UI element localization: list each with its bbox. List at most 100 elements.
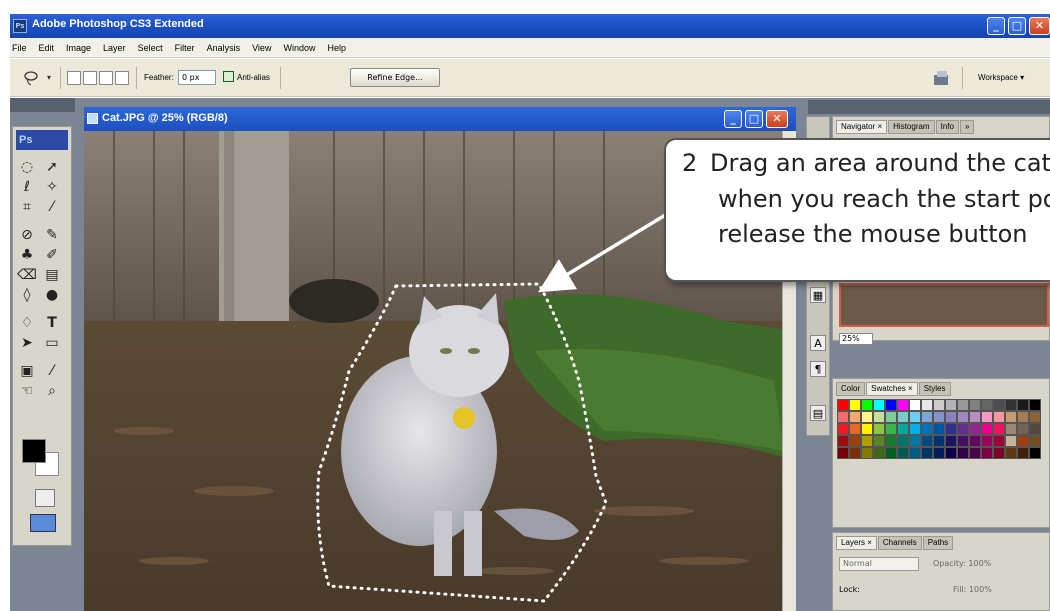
color-swatch[interactable] <box>957 411 969 423</box>
tab-histogram[interactable]: Histogram <box>888 120 935 134</box>
color-swatch[interactable] <box>981 399 993 411</box>
color-swatch[interactable] <box>837 411 849 423</box>
color-swatch[interactable] <box>945 399 957 411</box>
color-swatch[interactable] <box>849 423 861 435</box>
color-swatch[interactable] <box>849 411 861 423</box>
color-swatch[interactable] <box>945 411 957 423</box>
color-swatch[interactable] <box>993 435 1005 447</box>
color-swatch[interactable] <box>921 435 933 447</box>
color-swatch[interactable] <box>933 435 945 447</box>
tab-paths[interactable]: Paths <box>922 536 954 550</box>
color-swatch[interactable] <box>957 423 969 435</box>
color-swatch[interactable] <box>909 447 921 459</box>
color-swatch[interactable] <box>897 435 909 447</box>
color-swatch[interactable] <box>957 435 969 447</box>
color-swatch[interactable] <box>1029 447 1041 459</box>
color-swatch[interactable] <box>921 423 933 435</box>
color-swatch[interactable] <box>861 435 873 447</box>
color-swatch[interactable] <box>873 423 885 435</box>
paragraph-panel-icon[interactable]: ¶ <box>810 361 826 377</box>
color-swatch[interactable] <box>861 411 873 423</box>
color-swatch[interactable] <box>969 411 981 423</box>
color-swatch[interactable] <box>981 447 993 459</box>
color-swatch[interactable] <box>981 423 993 435</box>
color-swatch[interactable] <box>981 411 993 423</box>
color-swatch[interactable] <box>873 399 885 411</box>
color-swatch[interactable] <box>1029 423 1041 435</box>
color-swatch[interactable] <box>885 447 897 459</box>
tab-styles[interactable]: Styles <box>918 382 951 396</box>
blend-mode-select[interactable]: Normal <box>839 557 919 571</box>
color-swatch[interactable] <box>969 447 981 459</box>
color-swatch[interactable] <box>957 447 969 459</box>
color-swatch[interactable] <box>933 447 945 459</box>
color-swatch[interactable] <box>861 423 873 435</box>
panel-dock-header[interactable] <box>808 100 1050 114</box>
color-swatch[interactable] <box>981 435 993 447</box>
navigator-preview[interactable] <box>839 283 1049 327</box>
color-swatch[interactable] <box>885 399 897 411</box>
color-swatch[interactable] <box>1017 447 1029 459</box>
zoom-value[interactable]: 25% <box>839 333 873 345</box>
color-swatch[interactable] <box>849 435 861 447</box>
color-swatch[interactable] <box>1005 435 1017 447</box>
tab-swatches[interactable]: Swatches × <box>866 382 918 396</box>
color-swatch[interactable] <box>993 399 1005 411</box>
color-swatch[interactable] <box>993 411 1005 423</box>
color-swatch[interactable] <box>897 399 909 411</box>
character-panel-icon[interactable]: A <box>810 335 826 351</box>
color-swatch[interactable] <box>993 423 1005 435</box>
color-swatch[interactable] <box>1017 399 1029 411</box>
color-swatch[interactable] <box>849 447 861 459</box>
color-swatch[interactable] <box>993 447 1005 459</box>
color-swatch[interactable] <box>969 399 981 411</box>
color-swatch[interactable] <box>1005 411 1017 423</box>
tab-color[interactable]: Color <box>836 382 866 396</box>
tab-info[interactable]: Info <box>935 120 959 134</box>
tab-more[interactable]: » <box>959 120 975 134</box>
color-swatch[interactable] <box>945 447 957 459</box>
color-swatch[interactable] <box>1017 423 1029 435</box>
color-swatch[interactable] <box>1029 399 1041 411</box>
color-swatch[interactable] <box>837 399 849 411</box>
color-swatch[interactable] <box>885 435 897 447</box>
color-swatch[interactable] <box>849 399 861 411</box>
color-swatch[interactable] <box>957 399 969 411</box>
color-swatch[interactable] <box>933 423 945 435</box>
history-panel-icon[interactable]: ▦ <box>810 287 826 303</box>
color-swatch[interactable] <box>969 435 981 447</box>
layer-comps-icon[interactable]: ▤ <box>810 405 826 421</box>
tab-layers[interactable]: Layers × <box>836 536 877 550</box>
swatch-grid[interactable] <box>837 399 1041 459</box>
color-swatch[interactable] <box>861 399 873 411</box>
color-swatch[interactable] <box>885 411 897 423</box>
color-swatch[interactable] <box>1029 435 1041 447</box>
color-swatch[interactable] <box>945 435 957 447</box>
fill-field[interactable]: Fill: 100% <box>953 585 992 594</box>
color-swatch[interactable] <box>861 447 873 459</box>
color-swatch[interactable] <box>933 411 945 423</box>
color-swatch[interactable] <box>897 447 909 459</box>
color-swatch[interactable] <box>873 447 885 459</box>
color-swatch[interactable] <box>885 423 897 435</box>
color-swatch[interactable] <box>945 423 957 435</box>
color-swatch[interactable] <box>897 423 909 435</box>
tab-channels[interactable]: Channels <box>877 536 922 550</box>
color-swatch[interactable] <box>837 435 849 447</box>
color-swatch[interactable] <box>1017 411 1029 423</box>
color-swatch[interactable] <box>1017 435 1029 447</box>
color-swatch[interactable] <box>909 399 921 411</box>
color-swatch[interactable] <box>909 411 921 423</box>
color-swatch[interactable] <box>909 423 921 435</box>
color-swatch[interactable] <box>897 411 909 423</box>
tab-navigator[interactable]: Navigator × <box>836 120 888 134</box>
color-swatch[interactable] <box>969 423 981 435</box>
color-swatch[interactable] <box>1005 423 1017 435</box>
color-swatch[interactable] <box>1005 447 1017 459</box>
color-swatch[interactable] <box>873 411 885 423</box>
color-swatch[interactable] <box>837 447 849 459</box>
color-swatch[interactable] <box>873 435 885 447</box>
color-swatch[interactable] <box>837 423 849 435</box>
color-swatch[interactable] <box>921 447 933 459</box>
color-swatch[interactable] <box>1029 411 1041 423</box>
